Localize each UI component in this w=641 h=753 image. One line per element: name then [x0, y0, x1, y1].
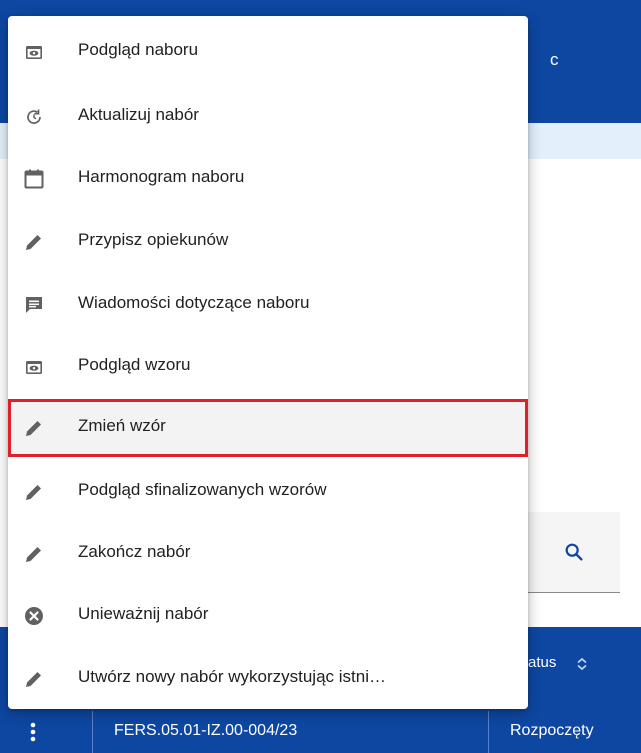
preview-icon	[22, 355, 46, 379]
menu-item-label: Podgląd sfinalizowanych wzorów	[78, 480, 327, 499]
cell-divider	[488, 711, 489, 753]
menu-item-przypisz-opiekunow[interactable]: Przypisz opiekunów	[8, 213, 528, 271]
cell-divider	[92, 711, 93, 753]
status-column-header[interactable]: atus	[528, 654, 556, 671]
menu-item-aktualizuj-nabor[interactable]: Aktualizuj nabór	[8, 88, 528, 146]
header-title-fragment: c	[550, 50, 559, 69]
menu-item-label: Zmień wzór	[78, 416, 166, 435]
refresh-icon	[22, 105, 46, 129]
menu-item-podglad-wzoru[interactable]: Podgląd wzoru	[8, 338, 528, 396]
menu-item-uniewaznij-nabor[interactable]: Unieważnij nabór	[8, 587, 528, 645]
pencil-icon	[22, 542, 46, 566]
menu-item-label: Podgląd naboru	[78, 40, 199, 59]
menu-item-label: Unieważnij nabór	[78, 604, 209, 623]
menu-item-label: Utwórz nowy nabór wykorzystując istni…	[78, 667, 386, 686]
pencil-icon	[22, 230, 46, 254]
pencil-icon	[22, 416, 46, 440]
preview-icon	[22, 40, 46, 64]
menu-item-zmien-wzor[interactable]: Zmień wzór	[8, 399, 528, 457]
cancel-circle-icon	[22, 604, 46, 628]
menu-item-label: Harmonogram naboru	[78, 167, 245, 186]
menu-item-label: Przypisz opiekunów	[78, 230, 229, 249]
search-icon[interactable]	[563, 541, 585, 563]
menu-item-label: Aktualizuj nabór	[78, 105, 199, 124]
menu-item-label: Wiadomości dotyczące naboru	[78, 293, 310, 312]
pencil-icon	[22, 667, 46, 691]
menu-item-podglad-naboru[interactable]: Podgląd naboru	[8, 23, 528, 81]
menu-item-label: Zakończ nabór	[78, 542, 191, 561]
menu-item-utworz-nowy-nabor[interactable]: Utwórz nowy nabór wykorzystując istni…	[8, 650, 528, 708]
message-icon	[22, 293, 46, 317]
more-actions-icon[interactable]	[26, 721, 40, 743]
calendar-icon	[22, 167, 46, 191]
menu-item-label: Podgląd wzoru	[78, 355, 191, 374]
row-code-cell: FERS.05.01-IZ.00-004/23	[114, 722, 298, 739]
context-menu: Podgląd naboru Aktualizuj nabór Harmonog…	[8, 16, 528, 709]
menu-item-harmonogram-naboru[interactable]: Harmonogram naboru	[8, 150, 528, 208]
sort-icon[interactable]	[575, 657, 589, 671]
pencil-icon	[22, 480, 46, 504]
menu-item-wiadomosci[interactable]: Wiadomości dotyczące naboru	[8, 276, 528, 334]
menu-item-podglad-sfinalizowanych[interactable]: Podgląd sfinalizowanych wzorów	[8, 463, 528, 521]
row-status-cell: Rozpoczęty	[510, 722, 594, 739]
menu-item-zakoncz-nabor[interactable]: Zakończ nabór	[8, 525, 528, 583]
